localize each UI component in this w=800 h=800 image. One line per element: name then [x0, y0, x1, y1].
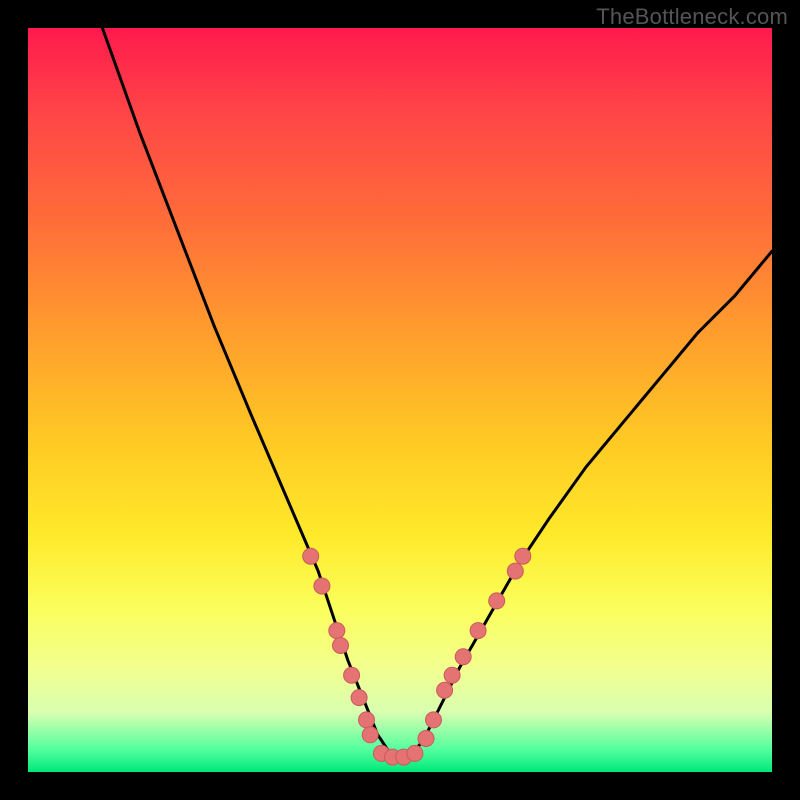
chart-frame: TheBottleneck.com: [0, 0, 800, 800]
marker-dot: [437, 682, 453, 698]
marker-dot: [418, 731, 434, 747]
watermark-text: TheBottleneck.com: [596, 4, 788, 30]
plot-area: [28, 28, 772, 772]
marker-dot: [515, 548, 531, 564]
marker-dot: [344, 667, 360, 683]
marker-dot: [362, 727, 378, 743]
marker-dot: [333, 638, 349, 654]
marker-dot: [470, 623, 486, 639]
marker-dot: [314, 578, 330, 594]
chart-svg: [28, 28, 772, 772]
marker-dot: [351, 690, 367, 706]
highlight-markers: [303, 548, 531, 765]
marker-dot: [507, 563, 523, 579]
marker-dot: [407, 745, 423, 761]
marker-dot: [455, 649, 471, 665]
bottleneck-curve: [102, 28, 772, 757]
marker-dot: [489, 593, 505, 609]
marker-dot: [444, 667, 460, 683]
marker-dot: [426, 712, 442, 728]
marker-dot: [359, 712, 375, 728]
marker-dot: [329, 623, 345, 639]
marker-dot: [303, 548, 319, 564]
